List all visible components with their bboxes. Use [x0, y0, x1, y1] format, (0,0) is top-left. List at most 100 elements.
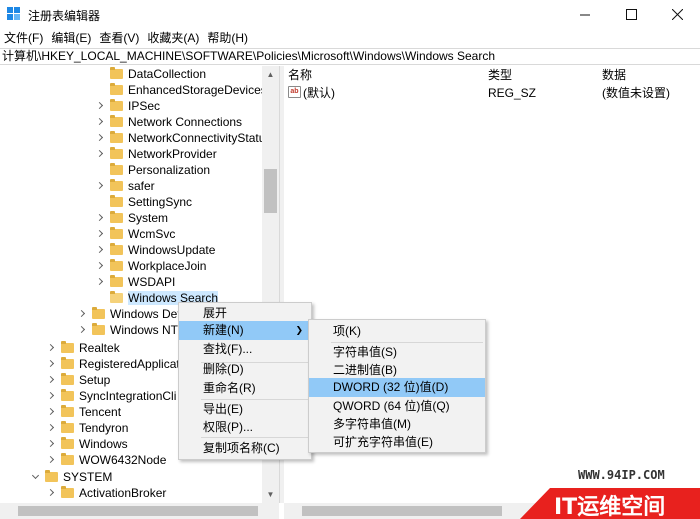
chevron-right-icon[interactable]	[96, 214, 104, 222]
menu-item-find[interactable]: 查找(F)...	[179, 340, 311, 359]
tree-item[interactable]: Tendyron	[47, 420, 128, 436]
chevron-right-icon[interactable]	[47, 392, 55, 400]
tree-item[interactable]: WorkplaceJoin	[96, 258, 206, 274]
tree-item[interactable]: DataCollection	[96, 66, 206, 82]
menu-item-export[interactable]: 导出(E)	[179, 400, 311, 419]
tree-item[interactable]: EnhancedStorageDevices	[96, 82, 267, 98]
chevron-right-icon[interactable]	[47, 440, 55, 448]
menu-favorites[interactable]: 收藏夹(A)	[143, 29, 203, 47]
column-header-data[interactable]: 数据	[602, 67, 626, 83]
chevron-right-icon[interactable]	[47, 424, 55, 432]
maximize-button[interactable]	[608, 0, 654, 29]
tree-item[interactable]: NetworkConnectivityStatu	[96, 130, 265, 146]
tree-item[interactable]: SYSTEM	[31, 469, 112, 485]
tree-item[interactable]: RegisteredApplicat	[47, 356, 180, 372]
submenu-item-string-value[interactable]: 字符串值(S)	[309, 343, 485, 362]
chevron-right-icon[interactable]	[47, 344, 55, 352]
menu-item-rename[interactable]: 重命名(R)	[179, 379, 311, 398]
tree-item[interactable]: Windows	[47, 436, 128, 452]
menu-item-permissions[interactable]: 权限(P)...	[179, 418, 311, 437]
tree-item[interactable]: SyncIntegrationCli	[47, 388, 176, 404]
chevron-right-icon[interactable]	[47, 489, 55, 497]
tree-item[interactable]: Windows Def	[78, 306, 181, 322]
submenu-item-key[interactable]: 项(K)	[309, 322, 485, 341]
folder-icon	[61, 405, 74, 417]
tree-item[interactable]: WindowsUpdate	[96, 242, 215, 258]
submenu-item-qword-value[interactable]: QWORD (64 位)值(Q)	[309, 397, 485, 416]
submenu-item-expandable-string-value[interactable]: 可扩充字符串值(E)	[309, 433, 485, 452]
new-submenu: 项(K) 字符串值(S) 二进制值(B) DWORD (32 位)值(D) QW…	[308, 319, 486, 453]
tree-item[interactable]: Realtek	[47, 340, 120, 356]
menu-edit[interactable]: 编辑(E)	[47, 29, 95, 47]
scroll-down-arrow-icon[interactable]: ▼	[262, 486, 279, 503]
folder-icon	[110, 291, 123, 303]
expand-icon	[96, 86, 104, 94]
tree-item[interactable]: safer	[96, 178, 155, 194]
tree-item[interactable]: Personalization	[96, 162, 210, 178]
title-bar: 注册表编辑器	[0, 0, 700, 29]
tree-item[interactable]: Windows NT	[78, 322, 178, 338]
tree-horizontal-scrollbar[interactable]	[0, 503, 279, 519]
folder-icon	[61, 421, 74, 433]
menu-help[interactable]: 帮助(H)	[203, 29, 252, 47]
tree-item[interactable]: IPSec	[96, 98, 160, 114]
tree-item[interactable]: WcmSvc	[96, 226, 175, 242]
menu-item-delete[interactable]: 删除(D)	[179, 360, 311, 379]
close-icon	[671, 9, 683, 20]
chevron-right-icon[interactable]	[47, 376, 55, 384]
address-bar[interactable]: 计算机\HKEY_LOCAL_MACHINE\SOFTWARE\Policies…	[0, 48, 700, 65]
scroll-up-arrow-icon[interactable]: ▲	[262, 66, 279, 83]
chevron-right-icon[interactable]	[47, 408, 55, 416]
tree-item[interactable]: SettingSync	[96, 194, 192, 210]
chevron-right-icon[interactable]	[96, 230, 104, 238]
folder-icon	[61, 373, 74, 385]
chevron-right-icon[interactable]	[78, 326, 86, 334]
chevron-right-icon[interactable]	[96, 246, 104, 254]
tree-item[interactable]: Tencent	[47, 404, 121, 420]
string-value-icon: ab	[288, 86, 301, 98]
chevron-right-icon[interactable]	[96, 102, 104, 110]
expand-icon	[96, 70, 104, 78]
chevron-down-icon[interactable]	[31, 473, 39, 481]
tree-item[interactable]: ActivationBroker	[47, 485, 166, 501]
scrollbar-thumb[interactable]	[18, 506, 258, 516]
tree-item[interactable]: System	[96, 210, 168, 226]
minimize-button[interactable]	[562, 0, 608, 29]
menu-file[interactable]: 文件(F)	[0, 29, 47, 47]
scrollbar-thumb[interactable]	[302, 506, 502, 516]
close-button[interactable]	[654, 0, 700, 29]
tree-item[interactable]: WOW6432Node	[47, 452, 166, 468]
folder-icon	[110, 163, 123, 175]
maximize-icon	[625, 9, 637, 20]
value-name: (默认)	[303, 86, 335, 100]
menu-item-new[interactable]: 新建(N) ❯	[179, 321, 311, 340]
chevron-right-icon[interactable]	[96, 278, 104, 286]
scrollbar-thumb[interactable]	[264, 169, 277, 213]
tree-item[interactable]: Setup	[47, 372, 110, 388]
submenu-item-dword-value[interactable]: DWORD (32 位)值(D)	[309, 378, 485, 397]
chevron-right-icon[interactable]	[96, 262, 104, 270]
chevron-right-icon[interactable]	[96, 118, 104, 126]
value-type: REG_SZ	[488, 86, 537, 100]
folder-icon	[61, 357, 74, 369]
tree-item[interactable]: WSDAPI	[96, 274, 175, 290]
chevron-right-icon[interactable]	[78, 310, 86, 318]
column-header-type[interactable]: 类型	[488, 67, 512, 83]
tree-item[interactable]: Network Connections	[96, 114, 242, 130]
chevron-right-icon[interactable]	[96, 134, 104, 142]
column-header-name[interactable]: 名称	[288, 67, 312, 83]
folder-icon	[110, 99, 123, 111]
chevron-right-icon[interactable]	[47, 456, 55, 464]
chevron-right-icon[interactable]	[96, 182, 104, 190]
submenu-item-multi-string-value[interactable]: 多字符串值(M)	[309, 415, 485, 434]
watermark-brand: IT运维空间	[554, 494, 665, 519]
menu-view[interactable]: 查看(V)	[95, 29, 143, 47]
folder-icon	[92, 307, 105, 319]
window-title: 注册表编辑器	[28, 9, 101, 23]
chevron-right-icon[interactable]	[47, 360, 55, 368]
folder-icon	[61, 437, 74, 449]
chevron-right-icon[interactable]	[96, 150, 104, 158]
menu-item-copy-key-name[interactable]: 复制项名称(C)	[179, 439, 311, 458]
tree-item[interactable]: NetworkProvider	[96, 146, 217, 162]
value-row[interactable]: ab (默认) REG_SZ (数值未设置)	[284, 84, 700, 101]
